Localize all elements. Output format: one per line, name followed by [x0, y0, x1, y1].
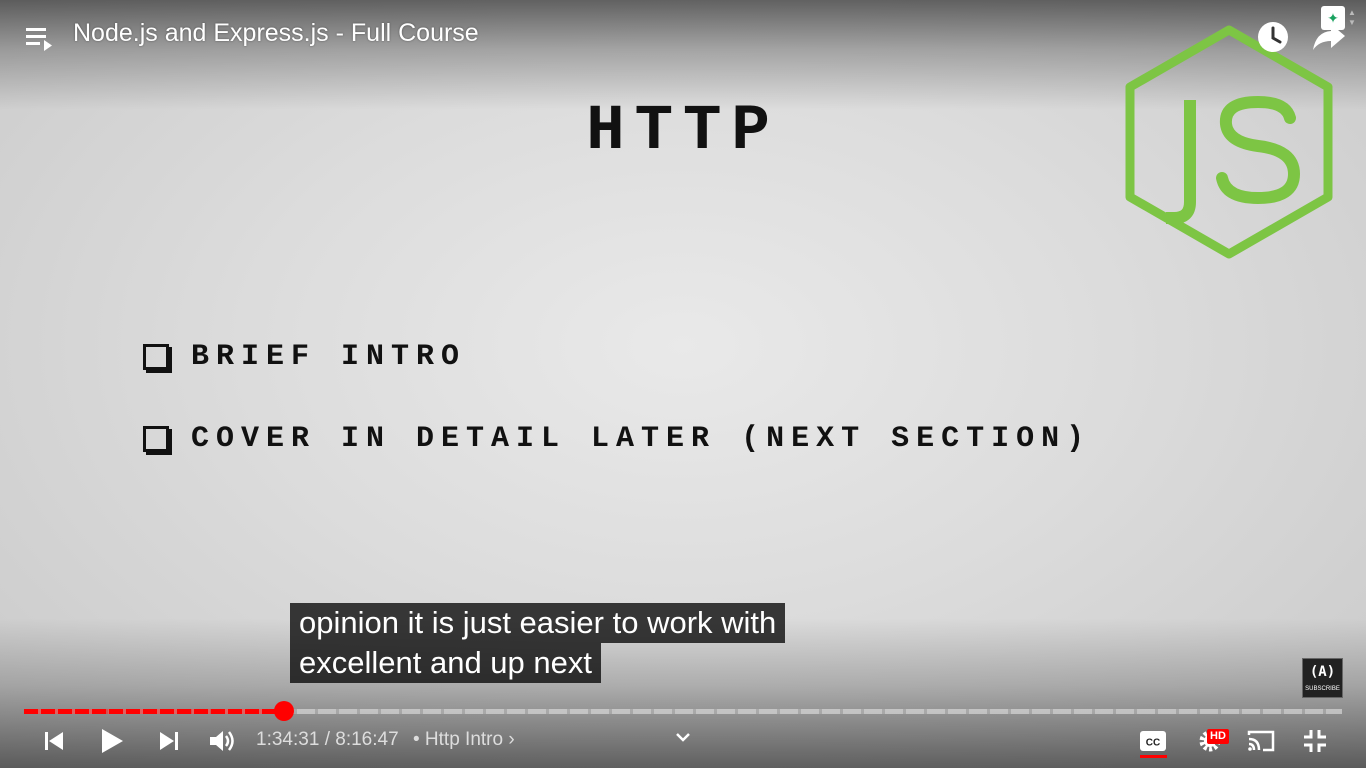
cast-button[interactable]	[1244, 724, 1278, 758]
current-time: 1:34:31	[256, 729, 320, 750]
time-separator: /	[324, 729, 330, 750]
checkbox-icon	[143, 426, 172, 455]
progress-bar[interactable]	[24, 701, 1342, 721]
extension-toggle-icon[interactable]: ▲ ▼	[1348, 8, 1360, 28]
checkbox-icon	[143, 344, 172, 373]
duration: 8:16:47	[335, 729, 399, 750]
slide-bullet-text: COVER IN DETAIL LATER (NEXT SECTION)	[191, 422, 1092, 456]
cast-icon	[1247, 730, 1275, 752]
chevron-down-icon[interactable]	[672, 726, 694, 748]
exit-fullscreen-button[interactable]	[1298, 724, 1332, 758]
subtitles-button[interactable]: CC	[1136, 724, 1170, 758]
progress-scrubber[interactable]	[273, 701, 294, 721]
progress-played	[24, 709, 284, 714]
channel-watermark[interactable]: (A) SUBSCRIBE	[1302, 658, 1343, 698]
subscribe-label: SUBSCRIBE	[1305, 686, 1340, 692]
slide-bullet-text: BRIEF INTRO	[191, 340, 467, 374]
subtitles-active-indicator	[1140, 755, 1167, 758]
exit-fullscreen-icon	[1304, 730, 1326, 752]
slide-bullet: BRIEF INTRO	[143, 340, 466, 374]
video-player[interactable]: HTTP BRIEF INTRO COVER IN DETAIL LATER (…	[0, 0, 1366, 768]
play-button[interactable]	[94, 724, 130, 758]
nodejs-logo	[1125, 25, 1333, 259]
captions-window: opinion it is just easier to work with e…	[290, 603, 786, 683]
slide-bullet: COVER IN DETAIL LATER (NEXT SECTION)	[143, 422, 1091, 456]
volume-button[interactable]	[205, 724, 239, 758]
previous-button[interactable]	[38, 724, 70, 758]
caption-line: opinion it is just easier to work with	[290, 603, 786, 643]
watch-later-icon[interactable]	[1256, 20, 1290, 54]
playlist-icon[interactable]	[24, 22, 58, 54]
skip-next-icon	[160, 732, 178, 750]
volume-icon	[210, 731, 234, 751]
caption-line: excellent and up next	[290, 643, 601, 683]
video-title[interactable]: Node.js and Express.js - Full Course	[73, 19, 479, 48]
extension-icon[interactable]: ✦	[1321, 6, 1345, 30]
next-button[interactable]	[153, 724, 185, 758]
closed-captions-icon: CC	[1140, 731, 1166, 751]
chapter-title-button[interactable]: • Http Intro ›	[413, 729, 515, 751]
skip-previous-icon	[45, 732, 63, 750]
time-display: 1:34:31 / 8:16:47	[256, 729, 399, 751]
svg-text:CC: CC	[1146, 738, 1160, 749]
hd-badge: HD	[1207, 729, 1229, 744]
freecodecamp-logo-icon: (A)	[1309, 664, 1336, 680]
play-icon	[102, 729, 123, 753]
